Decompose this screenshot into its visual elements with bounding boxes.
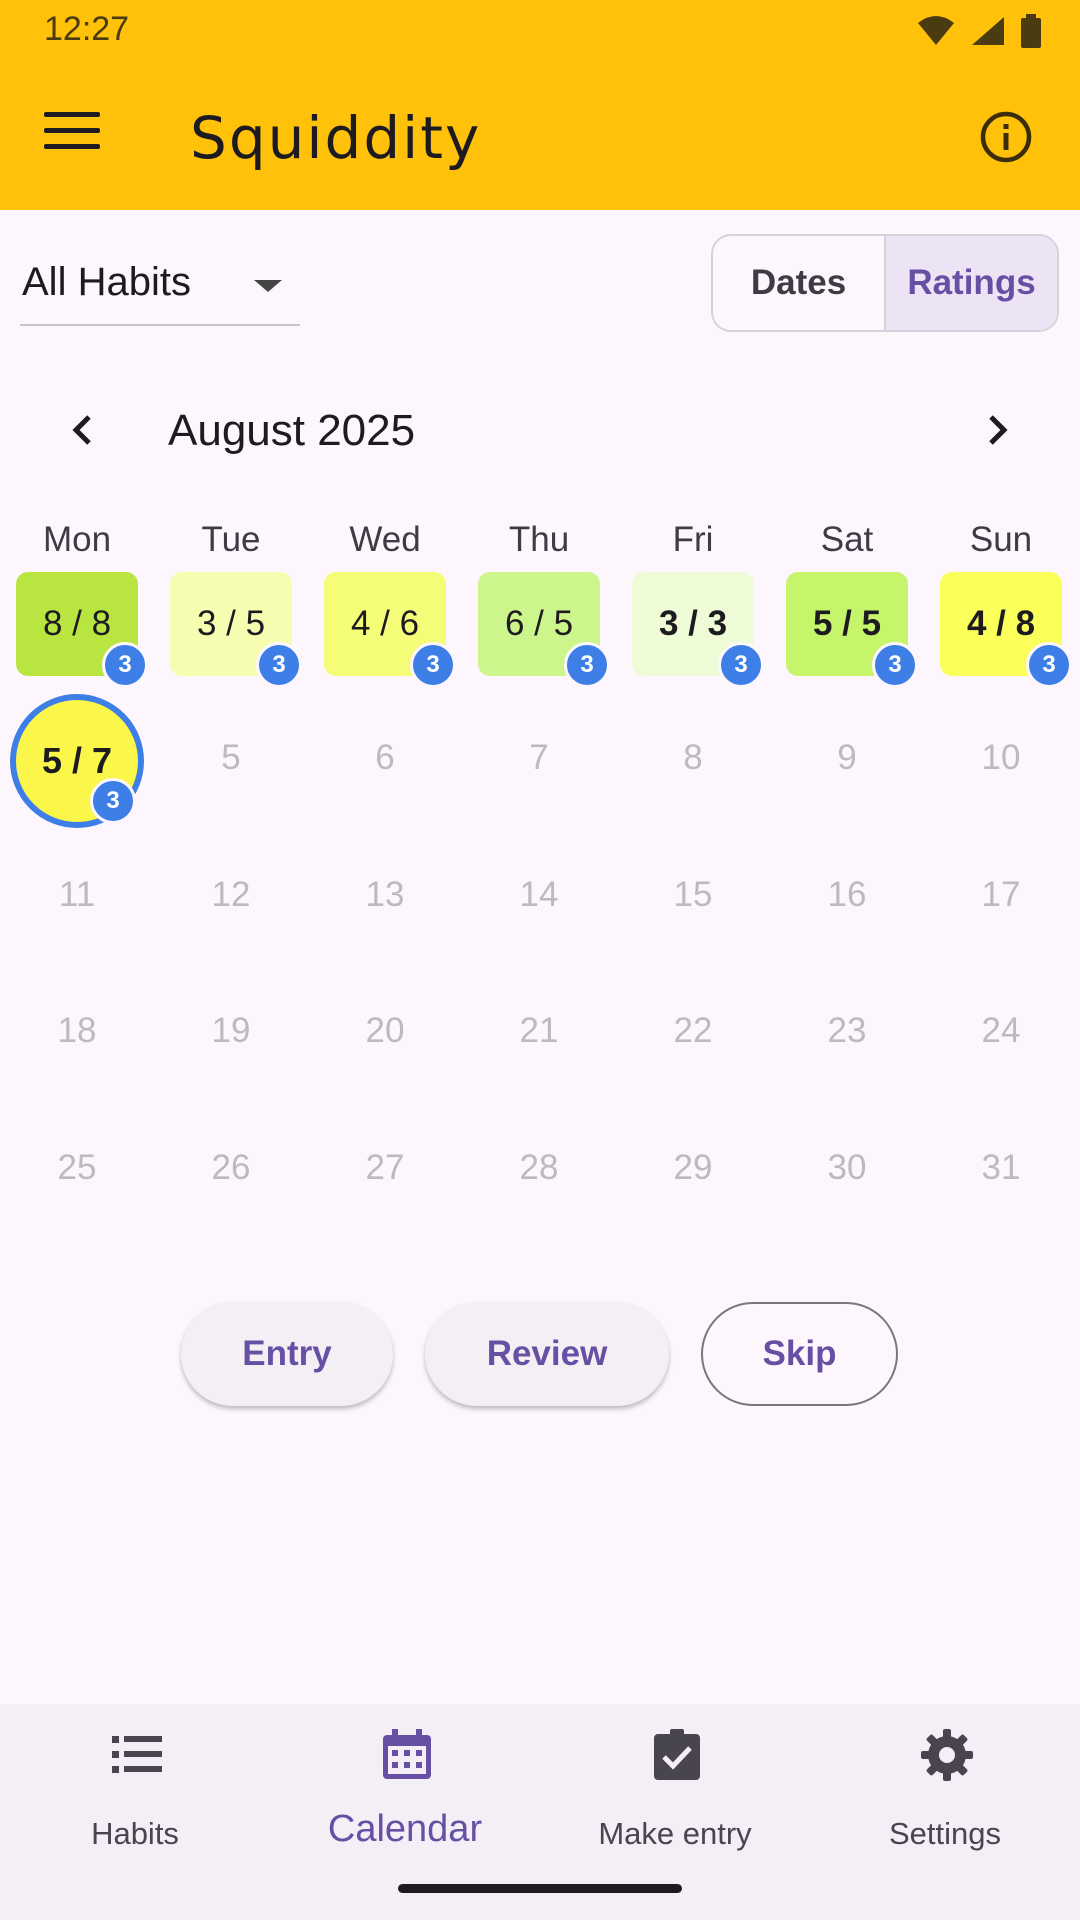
calendar-day[interactable]: 27 — [324, 1116, 446, 1220]
ratings-toggle-button[interactable]: Ratings — [884, 236, 1057, 330]
calendar-day[interactable]: 25 — [16, 1116, 138, 1220]
weekday-label: Fri — [672, 520, 714, 559]
calendar-day-rated[interactable]: 3 / 5 3 — [170, 572, 302, 688]
caret-down-icon — [254, 280, 282, 292]
skip-button[interactable]: Skip — [701, 1302, 898, 1406]
cell-signal-icon — [972, 17, 1004, 45]
status-icons — [916, 14, 1042, 48]
entry-count-badge: 3 — [90, 778, 136, 824]
month-title: August 2025 — [168, 406, 416, 455]
calendar-day[interactable]: 23 — [786, 979, 908, 1083]
status-time: 12:27 — [44, 10, 130, 48]
entry-count-badge: 3 — [410, 642, 456, 688]
habit-filter-value: All Habits — [22, 260, 191, 304]
calendar-day[interactable]: 12 — [170, 843, 292, 947]
review-button[interactable]: Review — [425, 1302, 669, 1406]
calendar-day[interactable]: 19 — [170, 979, 292, 1083]
nav-settings[interactable]: Settings — [810, 1704, 1080, 1884]
day-rating: 4 / 6 — [350, 604, 420, 643]
entry-count-badge: 3 — [564, 642, 610, 688]
calendar-day[interactable]: 24 — [940, 979, 1062, 1083]
menu-icon[interactable] — [44, 112, 100, 162]
weekday-label: Sun — [969, 520, 1033, 559]
weekday-label: Thu — [508, 520, 570, 559]
calendar-day-today[interactable]: 5 / 7 3 — [10, 694, 144, 828]
wifi-icon — [918, 16, 954, 45]
dates-toggle-button[interactable]: Dates — [713, 236, 884, 330]
habit-filter-dropdown[interactable]: All Habits — [20, 250, 300, 326]
nav-make-entry[interactable]: Make entry — [540, 1704, 810, 1884]
calendar-day[interactable]: 10 — [940, 706, 1062, 810]
day-rating: 3 / 3 — [658, 604, 728, 643]
calendar-day[interactable]: 26 — [170, 1116, 292, 1220]
app-title: Squiddity — [190, 104, 482, 172]
day-rating: 5 / 7 — [41, 740, 113, 781]
calendar-day[interactable]: 6 — [324, 706, 446, 810]
nav-calendar-label: Calendar — [327, 1808, 483, 1850]
entry-count-badge: 3 — [1026, 642, 1072, 688]
info-icon[interactable] — [978, 109, 1034, 165]
calendar-day[interactable]: 18 — [16, 979, 138, 1083]
entry-count-badge: 3 — [718, 642, 764, 688]
gear-icon — [921, 1729, 973, 1781]
entry-count-badge: 3 — [872, 642, 918, 688]
clipboard-check-icon — [654, 1729, 700, 1780]
battery-icon — [1021, 14, 1041, 48]
calendar-day-rated[interactable]: 5 / 5 3 — [786, 572, 918, 688]
calendar-day[interactable]: 30 — [786, 1116, 908, 1220]
weekday-label: Mon — [42, 520, 112, 559]
chevron-right-icon[interactable] — [972, 405, 1022, 455]
calendar-day[interactable]: 22 — [632, 979, 754, 1083]
nav-habits-label: Habits — [91, 1816, 179, 1851]
calendar-day[interactable]: 15 — [632, 843, 754, 947]
weekday-label: Sat — [820, 520, 874, 559]
calendar-day[interactable]: 9 — [786, 706, 908, 810]
calendar-day[interactable]: 17 — [940, 843, 1062, 947]
calendar-day-rated[interactable]: 3 / 3 3 — [632, 572, 764, 688]
calendar-day[interactable]: 13 — [324, 843, 446, 947]
calendar-day[interactable]: 20 — [324, 979, 446, 1083]
nav-calendar[interactable]: Calendar — [270, 1704, 540, 1884]
list-icon — [112, 1736, 162, 1773]
calendar-day-rated[interactable]: 4 / 6 3 — [324, 572, 456, 688]
weekday-label: Wed — [349, 520, 421, 559]
day-rating: 4 / 8 — [966, 604, 1036, 643]
calendar-day[interactable]: 14 — [478, 843, 600, 947]
calendar-day-rated[interactable]: 4 / 8 3 — [940, 572, 1072, 688]
calendar-day[interactable]: 5 — [170, 706, 292, 810]
calendar-day[interactable]: 28 — [478, 1116, 600, 1220]
day-rating: 8 / 8 — [42, 604, 112, 643]
nav-habits[interactable]: Habits — [0, 1704, 270, 1884]
calendar-day[interactable]: 11 — [16, 843, 138, 947]
nav-make-entry-label: Make entry — [598, 1816, 752, 1851]
day-rating: 5 / 5 — [812, 604, 882, 643]
calendar-day[interactable]: 29 — [632, 1116, 754, 1220]
calendar-day[interactable]: 8 — [632, 706, 754, 810]
app-bar: 12:27 Squiddity — [0, 0, 1080, 210]
entry-button[interactable]: Entry — [181, 1302, 393, 1406]
calendar-day[interactable]: 21 — [478, 979, 600, 1083]
weekday-label: Tue — [201, 520, 261, 559]
view-toggle: Dates Ratings — [711, 234, 1059, 332]
day-rating: 6 / 5 — [504, 604, 574, 643]
home-indicator — [398, 1884, 682, 1893]
entry-count-badge: 3 — [256, 642, 302, 688]
nav-settings-label: Settings — [888, 1816, 1001, 1851]
chevron-left-icon[interactable] — [58, 405, 108, 455]
calendar-day[interactable]: 16 — [786, 843, 908, 947]
calendar-day-rated[interactable]: 6 / 5 3 — [478, 572, 610, 688]
calendar-day[interactable]: 7 — [478, 706, 600, 810]
calendar-day-rated[interactable]: 8 / 8 3 — [16, 572, 148, 688]
calendar-day[interactable]: 31 — [940, 1116, 1062, 1220]
entry-count-badge: 3 — [102, 642, 148, 688]
calendar-icon — [383, 1729, 431, 1779]
day-rating: 3 / 5 — [196, 604, 266, 643]
